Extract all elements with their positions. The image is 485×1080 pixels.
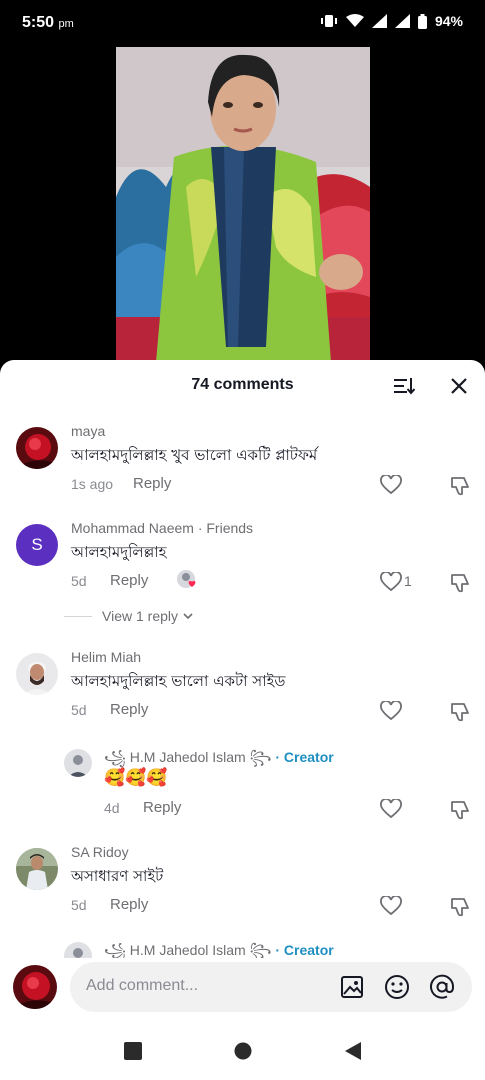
avatar[interactable]: [16, 653, 58, 695]
comment-input[interactable]: Add comment...: [70, 962, 472, 1012]
chevron-down-icon: [183, 613, 193, 620]
home-icon[interactable]: [234, 1042, 252, 1060]
back-icon[interactable]: [344, 1042, 362, 1060]
reply-button[interactable]: Reply: [133, 475, 171, 492]
comment-author[interactable]: ꧁ H.M Jahedol Islam ꧂ · Creator: [104, 939, 334, 958]
close-icon[interactable]: [450, 377, 468, 395]
avatar[interactable]: [64, 749, 92, 777]
comment-time: 5d: [71, 897, 87, 913]
comment-item: SA Ridoy অসাধারণ সাইট 5d Reply: [0, 841, 485, 921]
sort-icon[interactable]: [393, 376, 415, 396]
comment-author[interactable]: SA Ridoy: [71, 844, 129, 860]
flourish-icon: ꧁: [104, 942, 130, 958]
recents-icon[interactable]: [124, 1042, 142, 1060]
comment-text: অসাধারণ সাইট: [71, 867, 164, 885]
view-replies-label: View 1 reply: [102, 608, 179, 624]
dislike-icon[interactable]: [449, 701, 471, 723]
comment-author[interactable]: maya: [71, 423, 105, 439]
video-player[interactable]: [116, 47, 370, 362]
signal-icon: [394, 14, 410, 28]
comment-text: 🥰🥰🥰: [104, 768, 168, 788]
reply-button[interactable]: Reply: [110, 572, 148, 589]
reply-item: ꧁ H.M Jahedol Islam ꧂ · Creator 🥰🥰🥰 4d R…: [0, 744, 485, 824]
avatar[interactable]: [64, 942, 92, 958]
avatar[interactable]: [16, 427, 58, 469]
view-replies-button[interactable]: View 1 reply: [64, 608, 194, 624]
avatar[interactable]: [16, 848, 58, 890]
heart-icon[interactable]: [380, 572, 402, 592]
mention-icon[interactable]: [429, 974, 455, 1000]
heart-icon[interactable]: [380, 701, 402, 721]
sheet-header: 74 comments: [0, 360, 485, 412]
comment-input-bar: Add comment...: [0, 958, 485, 1022]
comments-sheet: 74 comments maya আলহামদুলিল্লাহ খুব ভালো…: [0, 360, 485, 1080]
signal-icon: [371, 14, 387, 28]
reply-button[interactable]: Reply: [143, 799, 181, 816]
emoji-icon[interactable]: [384, 974, 410, 1000]
flourish-icon: ꧂: [245, 942, 276, 958]
creator-badge: · Creator: [275, 942, 334, 958]
comment-time: 5d: [71, 573, 87, 589]
creator-badge: · Creator: [275, 749, 334, 765]
comment-item: maya আলহামদুলিল্লাহ খুব ভালো একটি প্লাটফ…: [0, 420, 485, 500]
heart-icon[interactable]: [380, 896, 402, 916]
battery-icon: [417, 13, 427, 29]
comment-text: আলহামদুলিল্লাহ: [71, 543, 167, 561]
image-icon[interactable]: [340, 975, 364, 999]
system-nav-bar: [0, 1030, 485, 1080]
flourish-icon: ꧁: [104, 749, 130, 765]
wifi-icon: [345, 14, 364, 27]
heart-icon[interactable]: [380, 799, 402, 819]
comment-text: আলহামদুলিল্লাহ ভালো একটা সাইড: [71, 672, 286, 690]
comment-input-placeholder: Add comment...: [86, 977, 199, 994]
comment-author[interactable]: Helim Miah: [71, 649, 141, 665]
comment-time: 1s ago: [71, 476, 114, 492]
status-time: 5:50 pm: [22, 14, 74, 31]
reply-button[interactable]: Reply: [110, 701, 148, 718]
creator-liked-avatar-icon: [177, 570, 196, 588]
dislike-icon[interactable]: [449, 572, 471, 594]
comment-time: 5d: [71, 702, 87, 718]
comment-text: আলহামদুলিল্লাহ খুব ভালো একটি প্লাটফর্ম: [71, 446, 318, 464]
dislike-icon[interactable]: [449, 896, 471, 918]
comment-item: Helim Miah আলহামদুলিল্লাহ ভালো একটা সাইড…: [0, 646, 485, 726]
avatar[interactable]: S: [16, 524, 58, 566]
vibrate-icon: [320, 15, 337, 27]
comment-time: 4d: [104, 800, 120, 816]
dislike-icon[interactable]: [449, 475, 471, 497]
heart-icon[interactable]: [380, 475, 402, 495]
reply-button[interactable]: Reply: [110, 896, 148, 913]
battery-percent: 94%: [434, 13, 463, 29]
status-bar: 5:50 pm 94%: [0, 0, 485, 46]
comment-item: S Mohammad Naeem · Friends আলহামদুলিল্লা…: [0, 517, 485, 607]
dislike-icon[interactable]: [449, 799, 471, 821]
flourish-icon: ꧂: [245, 749, 276, 765]
comment-author[interactable]: Mohammad Naeem · Friends: [71, 520, 253, 536]
video-frame: [116, 47, 370, 362]
like-count: 1: [404, 573, 412, 589]
my-avatar: [13, 965, 57, 1009]
reply-item: ꧁ H.M Jahedol Islam ꧂ · Creator: [0, 938, 485, 958]
